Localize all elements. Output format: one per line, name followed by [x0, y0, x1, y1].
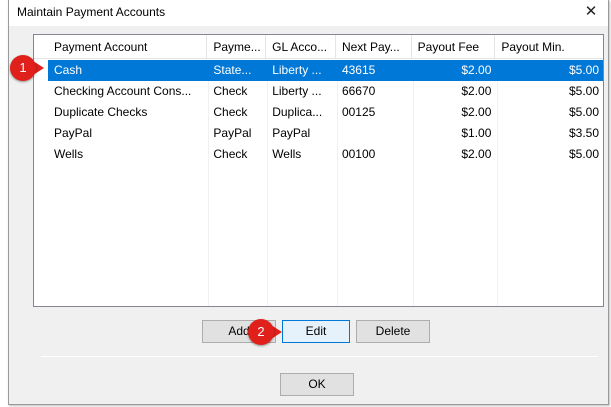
column-header-payment-account[interactable]: Payment Account — [48, 35, 208, 59]
list-rows: Cash State... Liberty ... 43615 $2.00 $5… — [34, 60, 603, 165]
table-row[interactable]: Duplicate Checks Check Duplica... 00125 … — [34, 102, 603, 123]
cell-payout-min: $5.00 — [568, 84, 599, 98]
row-spacer — [34, 144, 48, 165]
cell-payout-fee: $2.00 — [411, 60, 496, 81]
cell-payment-type: PayPal — [213, 126, 252, 140]
edit-button[interactable]: Edit — [282, 320, 350, 343]
cell-next-payout — [336, 123, 412, 144]
cell-payment-account: Wells — [53, 147, 84, 161]
column-header-gl-account[interactable]: GL Acco... — [266, 35, 336, 59]
cell-payment-type: State... — [207, 60, 267, 81]
row-spacer — [34, 123, 48, 144]
cell-gl-account: Wells — [272, 147, 302, 161]
cell-payout-min: $5.00 — [495, 60, 603, 81]
cell-payout-fee: $1.00 — [461, 126, 492, 140]
list-header: Payment Account Payme... GL Acco... Next… — [34, 35, 603, 59]
cell-next-payout: 43615 — [335, 60, 412, 81]
cell-next-payout: 66670 — [341, 84, 376, 98]
maintain-payment-accounts-dialog: Maintain Payment Accounts ✕ Payment Acco… — [8, 0, 609, 405]
cell-gl-account: Duplica... — [272, 105, 323, 119]
cell-gl-account: Liberty ... — [272, 84, 322, 98]
cell-payout-fee: $2.00 — [461, 84, 492, 98]
row-spacer — [34, 81, 48, 102]
step-marker-two: 2 — [248, 319, 274, 345]
step-marker-one: 1 — [10, 55, 36, 81]
cell-next-payout: 00100 — [341, 147, 376, 161]
cell-payment-type: Check — [213, 147, 248, 161]
window-title: Maintain Payment Accounts — [17, 5, 166, 19]
cell-gl-account: PayPal — [272, 126, 311, 140]
ok-button[interactable]: OK — [280, 373, 354, 396]
cell-payment-account: PayPal — [53, 126, 93, 140]
table-row[interactable]: PayPal PayPal PayPal $1.00 $3.50 — [34, 123, 603, 144]
column-header-payment-type[interactable]: Payme... — [207, 35, 267, 59]
cell-payment-type: Check — [213, 84, 248, 98]
column-header-payout-fee[interactable]: Payout Fee — [412, 35, 496, 59]
row-spacer — [34, 102, 48, 123]
cell-payout-fee: $2.00 — [461, 105, 492, 119]
cell-payment-type: Check — [213, 105, 248, 119]
cell-payment-account: Duplicate Checks — [53, 105, 148, 119]
cell-payout-min: $5.00 — [568, 105, 599, 119]
payment-accounts-list[interactable]: Payment Account Payme... GL Acco... Next… — [33, 34, 604, 307]
title-bar: Maintain Payment Accounts ✕ — [9, 0, 608, 26]
cell-next-payout: 00125 — [341, 105, 376, 119]
column-header-next-payout[interactable]: Next Pay... — [336, 35, 412, 59]
cell-gl-account: Liberty ... — [266, 60, 336, 81]
close-icon[interactable]: ✕ — [580, 2, 602, 22]
column-header-payout-min[interactable]: Payout Min. — [495, 35, 603, 59]
cell-payment-account: Cash — [47, 60, 208, 81]
divider — [41, 356, 598, 357]
cell-payout-fee: $2.00 — [461, 147, 492, 161]
cell-payout-min: $5.00 — [568, 147, 599, 161]
table-row[interactable]: Cash State... Liberty ... 43615 $2.00 $5… — [34, 60, 603, 81]
table-row[interactable]: Checking Account Cons... Check Liberty .… — [34, 81, 603, 102]
cell-payment-account: Checking Account Cons... — [53, 84, 192, 98]
header-spacer — [34, 35, 48, 59]
delete-button[interactable]: Delete — [356, 320, 430, 343]
cell-payout-min: $3.50 — [568, 126, 599, 140]
table-row[interactable]: Wells Check Wells 00100 $2.00 $5.00 — [34, 144, 603, 165]
